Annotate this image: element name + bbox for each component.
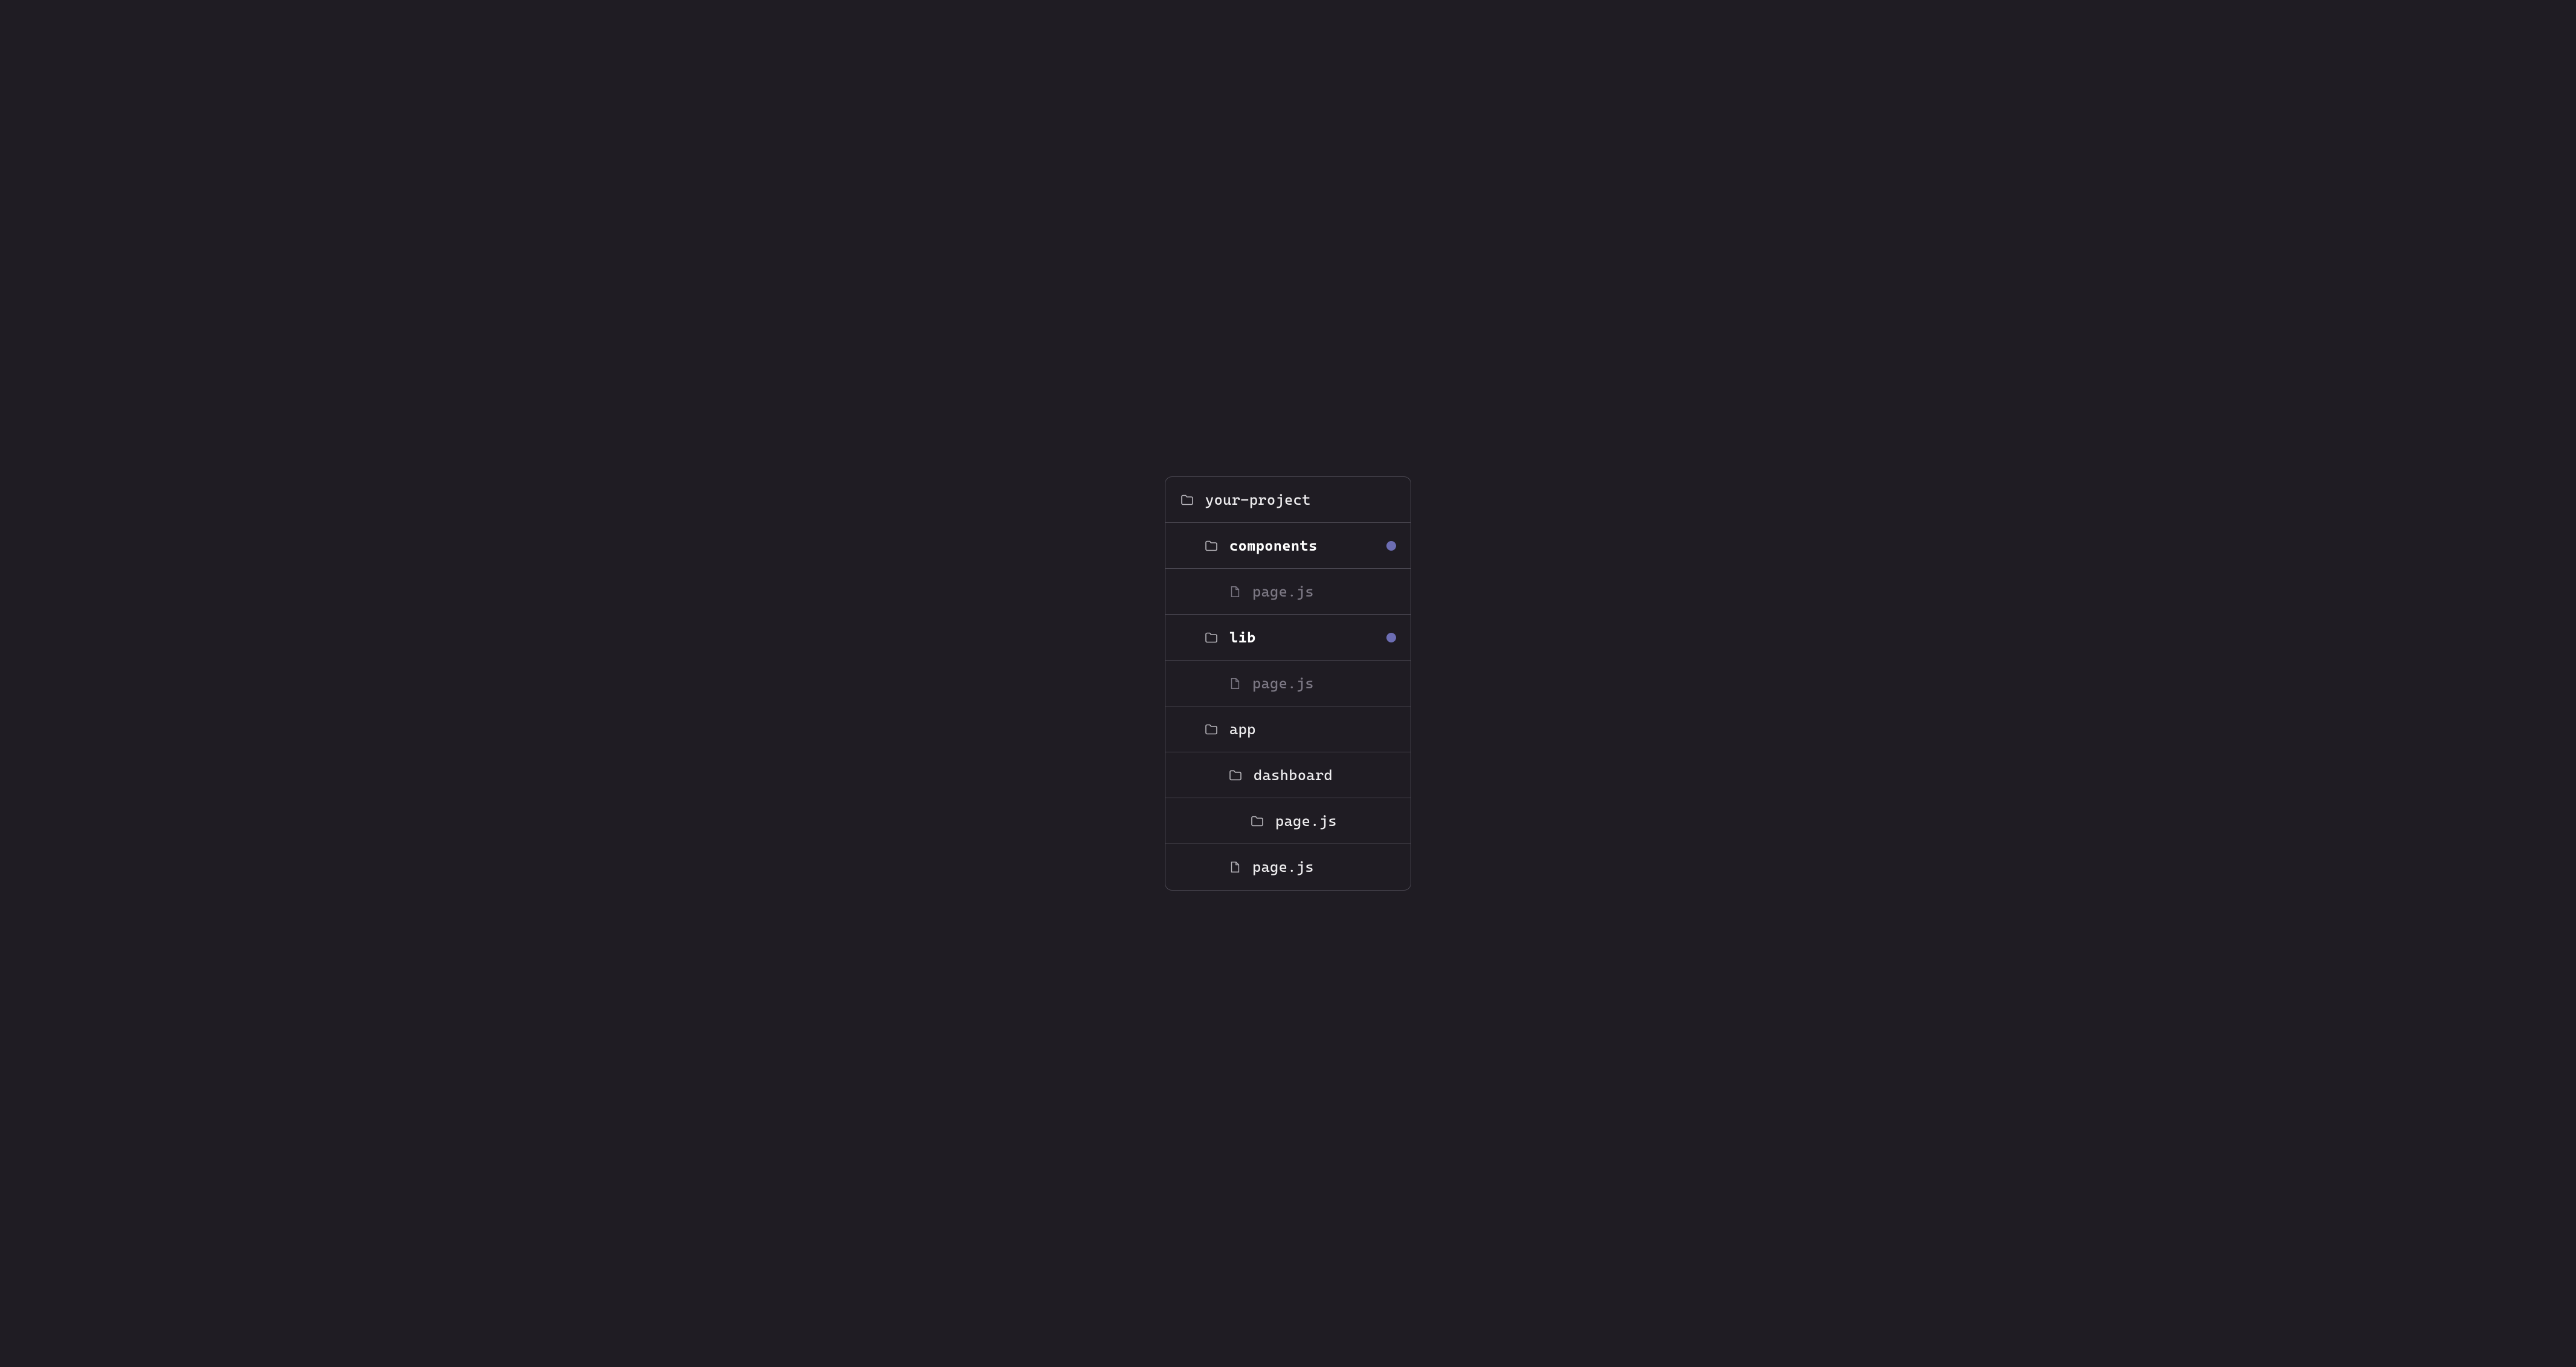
tree-item-page-js[interactable]: page.js (1165, 798, 1411, 844)
tree-item-label: page.js (1252, 859, 1314, 876)
tree-item-page-js[interactable]: page.js (1165, 844, 1411, 890)
tree-item-label: page.js (1252, 675, 1314, 692)
file-icon (1228, 677, 1242, 690)
file-icon (1228, 860, 1242, 874)
tree-root-item[interactable]: your-project (1165, 477, 1411, 523)
file-tree: your-project components page.js lib (1165, 476, 1411, 891)
tree-item-page-js[interactable]: page.js (1165, 661, 1411, 706)
folder-icon (1180, 493, 1194, 507)
tree-item-label: app (1229, 721, 1256, 738)
tree-item-dashboard[interactable]: dashboard (1165, 752, 1411, 798)
tree-item-lib[interactable]: lib (1165, 615, 1411, 661)
folder-icon (1204, 539, 1219, 553)
tree-item-page-js[interactable]: page.js (1165, 569, 1411, 615)
folder-icon (1204, 630, 1219, 645)
status-dot-icon (1386, 633, 1396, 642)
tree-item-label: page.js (1275, 813, 1337, 830)
status-dot-icon (1386, 541, 1396, 551)
tree-item-app[interactable]: app (1165, 706, 1411, 752)
tree-item-label: components (1229, 537, 1318, 554)
folder-icon (1228, 768, 1243, 783)
tree-item-label: dashboard (1254, 767, 1333, 784)
folder-icon (1204, 722, 1219, 737)
folder-icon (1250, 814, 1264, 828)
tree-item-label: page.js (1252, 583, 1314, 600)
tree-item-components[interactable]: components (1165, 523, 1411, 569)
file-icon (1228, 585, 1242, 598)
tree-item-label: lib (1229, 629, 1256, 646)
tree-item-label: your-project (1205, 491, 1311, 508)
